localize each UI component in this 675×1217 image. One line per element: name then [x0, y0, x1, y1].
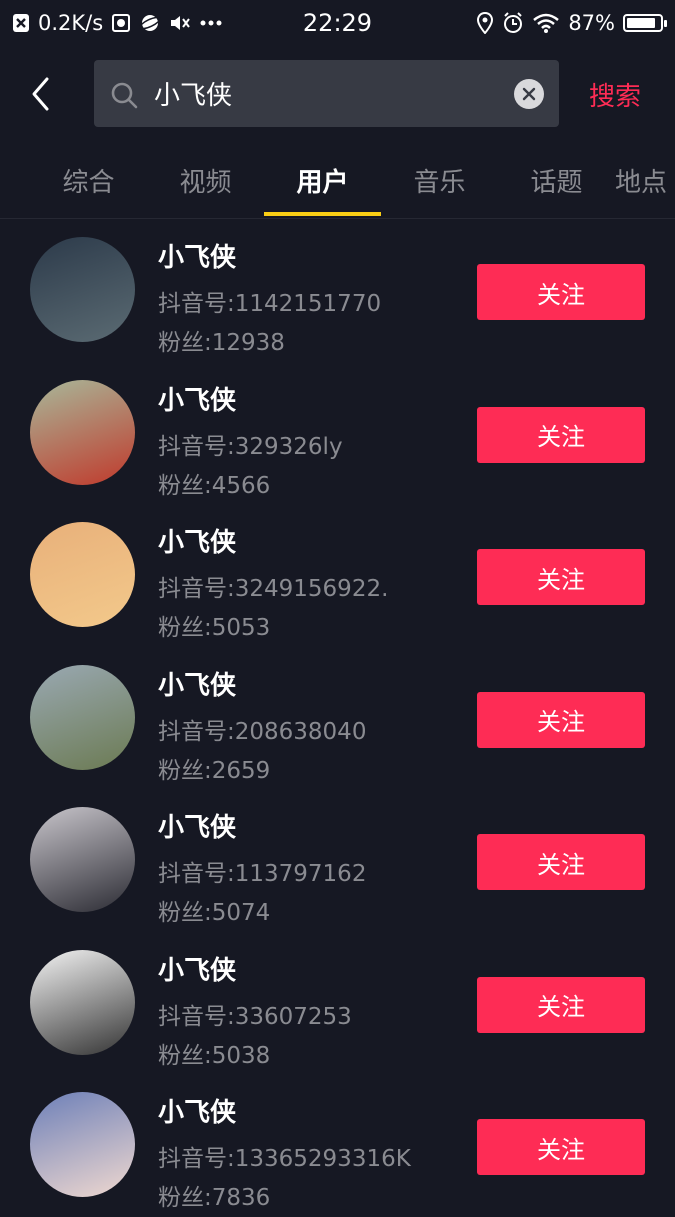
- avatar[interactable]: [30, 379, 135, 485]
- user-name: 小飞侠: [158, 528, 237, 558]
- tab-overall[interactable]: 综合: [30, 162, 147, 199]
- follow-button[interactable]: 关注: [477, 1119, 645, 1175]
- user-douyin-id: 抖音号:3249156922.: [158, 576, 389, 602]
- more-dots-icon: [199, 19, 223, 27]
- battery-percent: 87%: [568, 11, 615, 35]
- list-item[interactable]: 小飞侠 抖音号:113797162 粉丝:5074 关注: [0, 789, 675, 932]
- alarm-icon: [502, 12, 524, 34]
- avatar[interactable]: [30, 664, 135, 770]
- planet-icon: [139, 13, 162, 33]
- user-fans-count: 粉丝:7836: [158, 1185, 271, 1211]
- user-name: 小飞侠: [158, 813, 237, 843]
- wifi-icon: [532, 13, 560, 33]
- battery-icon: [623, 14, 667, 32]
- user-fans-count: 粉丝:12938: [158, 330, 285, 356]
- avatar[interactable]: [30, 807, 135, 912]
- user-douyin-id: 抖音号:208638040: [158, 718, 367, 745]
- location-icon: [476, 12, 494, 34]
- user-fans-count: 粉丝:5038: [158, 1042, 271, 1069]
- tab-topics[interactable]: 话题: [498, 162, 615, 199]
- tab-users[interactable]: 用户: [264, 162, 381, 199]
- user-douyin-id: 抖音号:113797162: [158, 861, 367, 887]
- list-item[interactable]: 小飞侠 抖音号:208638040 粉丝:2659 关注: [0, 647, 675, 790]
- user-fans-count: 粉丝:2659: [158, 757, 271, 784]
- avatar[interactable]: [30, 522, 135, 627]
- avatar[interactable]: [30, 237, 135, 342]
- user-douyin-id: 抖音号:13365293316K: [158, 1146, 411, 1172]
- user-name: 小飞侠: [158, 1098, 237, 1128]
- follow-button[interactable]: 关注: [477, 834, 645, 890]
- list-item[interactable]: 小飞侠 抖音号:13365293316K 粉丝:7836 关注: [0, 1074, 675, 1217]
- user-name: 小飞侠: [158, 955, 237, 986]
- tab-videos[interactable]: 视频: [147, 162, 264, 199]
- user-douyin-id: 抖音号:33607253: [158, 1003, 352, 1030]
- follow-button[interactable]: 关注: [477, 406, 645, 463]
- battery-level: [627, 18, 655, 28]
- user-name: 小飞侠: [158, 385, 237, 416]
- user-name: 小飞侠: [158, 243, 237, 273]
- mute-icon: [169, 13, 191, 33]
- user-name: 小飞侠: [158, 670, 237, 701]
- search-header: 搜索: [0, 58, 675, 128]
- list-item[interactable]: 小飞侠 抖音号:1142151770 粉丝:12938 关注: [0, 219, 675, 362]
- follow-button[interactable]: 关注: [477, 976, 645, 1033]
- list-item[interactable]: 小飞侠 抖音号:329326ly 粉丝:4566 关注: [0, 362, 675, 505]
- user-fans-count: 粉丝:5074: [158, 900, 271, 926]
- user-douyin-id: 抖音号:329326ly: [158, 433, 343, 460]
- clear-search-button[interactable]: [514, 79, 544, 109]
- status-right: 87%: [476, 11, 667, 35]
- follow-button[interactable]: 关注: [477, 264, 645, 320]
- tab-music[interactable]: 音乐: [381, 162, 498, 199]
- follow-button[interactable]: 关注: [477, 691, 645, 748]
- search-box[interactable]: [94, 60, 559, 127]
- avatar[interactable]: [30, 1092, 135, 1197]
- user-fans-count: 粉丝:5053: [158, 615, 271, 641]
- user-list: 小飞侠 抖音号:1142151770 粉丝:12938 关注 小飞侠 抖音号:3…: [0, 219, 675, 1217]
- back-arrow-icon: [32, 77, 49, 111]
- user-douyin-id: 抖音号:1142151770: [158, 291, 382, 317]
- status-left: 0.2K/s: [12, 11, 223, 35]
- back-button[interactable]: [22, 72, 58, 116]
- screenshot-icon: [111, 13, 131, 33]
- avatar[interactable]: [30, 949, 135, 1055]
- category-tabs: 综合 视频 用户 音乐 话题 地点: [0, 148, 675, 219]
- status-bar: 0.2K/s 22:29 87%: [0, 0, 675, 46]
- network-speed: 0.2K/s: [38, 11, 104, 35]
- tab-places[interactable]: 地点: [615, 162, 675, 199]
- search-button[interactable]: 搜索: [589, 76, 641, 113]
- search-input[interactable]: [154, 60, 494, 127]
- search-icon: [110, 81, 138, 113]
- list-item[interactable]: 小飞侠 抖音号:3249156922. 粉丝:5053 关注: [0, 504, 675, 647]
- close-box-icon: [12, 13, 30, 33]
- list-item[interactable]: 小飞侠 抖音号:33607253 粉丝:5038 关注: [0, 932, 675, 1075]
- follow-button[interactable]: 关注: [477, 549, 645, 605]
- user-fans-count: 粉丝:4566: [158, 472, 271, 499]
- active-tab-indicator: [264, 212, 381, 216]
- close-icon: [522, 87, 536, 101]
